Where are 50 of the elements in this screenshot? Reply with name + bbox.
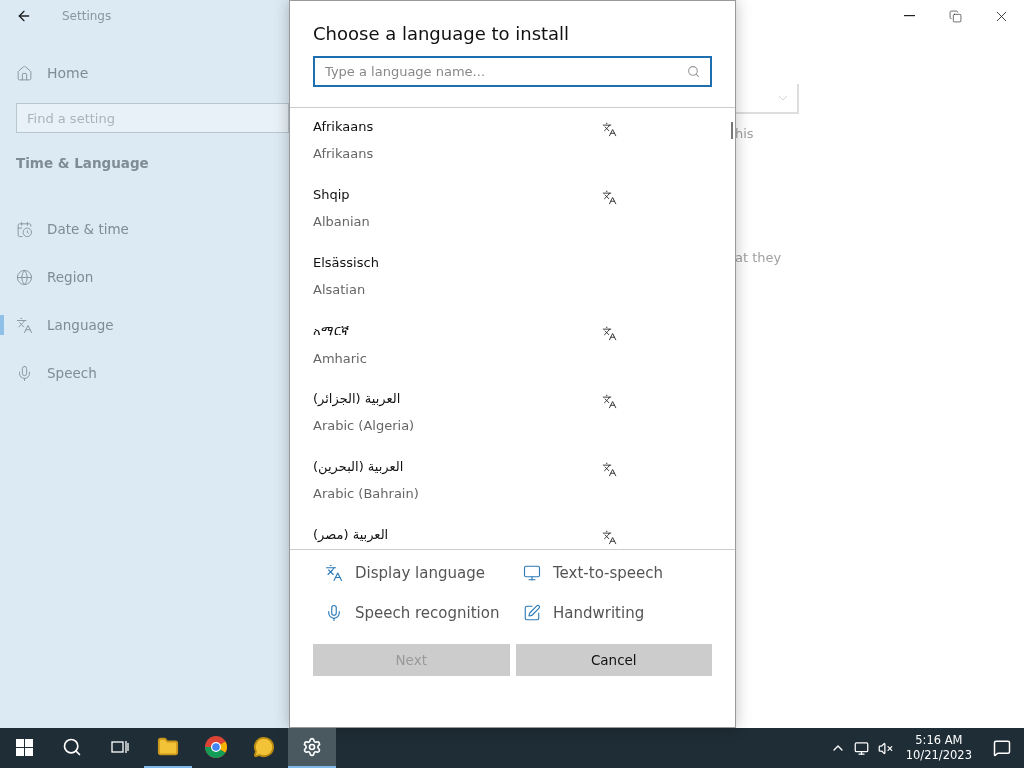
language-english-name: Albanian [313, 214, 370, 229]
volume-muted-icon[interactable] [878, 740, 894, 756]
notification-icon[interactable] [993, 739, 1011, 757]
language-name[interactable]: العربية (الجزائر) [313, 391, 401, 406]
language-name[interactable]: አማርኛ [313, 323, 349, 339]
language-english-name: Alsatian [313, 282, 366, 297]
search-icon [62, 737, 82, 757]
home-icon [16, 64, 33, 82]
cancel-button[interactable]: Cancel [515, 644, 712, 676]
microphone-icon [325, 604, 343, 622]
language-name[interactable]: العربية (البحرين) [313, 459, 404, 474]
language-english-name: Arabic (Algeria) [313, 418, 415, 433]
speech-bubble-icon [253, 736, 275, 758]
windows-icon [15, 738, 33, 756]
feature-label: Display language [355, 564, 485, 582]
clock[interactable]: 5:16 AM 10/21/2023 [905, 733, 972, 763]
language-name[interactable]: العربية (مصر) [313, 527, 389, 542]
calendar-icon [16, 220, 33, 238]
globe-icon [16, 268, 33, 286]
feature-label: Handwriting [553, 604, 645, 622]
dialog-title: Choose a language to install [313, 23, 571, 44]
task-view-icon [111, 739, 129, 755]
feature-label: Text-to-speech [553, 564, 664, 582]
section-heading: Time & Language [16, 155, 150, 171]
pen-icon [523, 604, 541, 622]
browser-icon [204, 735, 228, 759]
restore-icon [948, 9, 962, 23]
description-text: his [735, 126, 754, 141]
back-icon[interactable] [16, 8, 32, 24]
language-english-name: Afrikaans [313, 146, 374, 161]
language-name[interactable]: Elsässisch [313, 255, 379, 270]
search-icon [687, 65, 700, 78]
window-title: Settings [62, 9, 112, 23]
monitor-icon [523, 564, 541, 582]
language-icon [325, 564, 343, 582]
language-search-field[interactable]: Type a language name... [313, 56, 712, 87]
language-english-name: Amharic [313, 351, 367, 366]
language-english-name: Arabic (Bahrain) [313, 486, 419, 501]
microphone-icon [16, 364, 33, 382]
taskbar-app[interactable] [288, 728, 336, 768]
settings-icon [302, 737, 322, 757]
minimize-icon [903, 15, 915, 17]
language-icon [16, 316, 33, 334]
language-name[interactable]: Afrikaans [313, 119, 374, 134]
folder-icon [157, 736, 179, 758]
language-name[interactable]: Shqip [313, 187, 350, 202]
feature-label: Speech recognition [355, 604, 500, 622]
description-text: at they [735, 250, 782, 265]
network-icon[interactable] [854, 740, 870, 756]
scrollbar-thumb[interactable] [731, 122, 733, 139]
